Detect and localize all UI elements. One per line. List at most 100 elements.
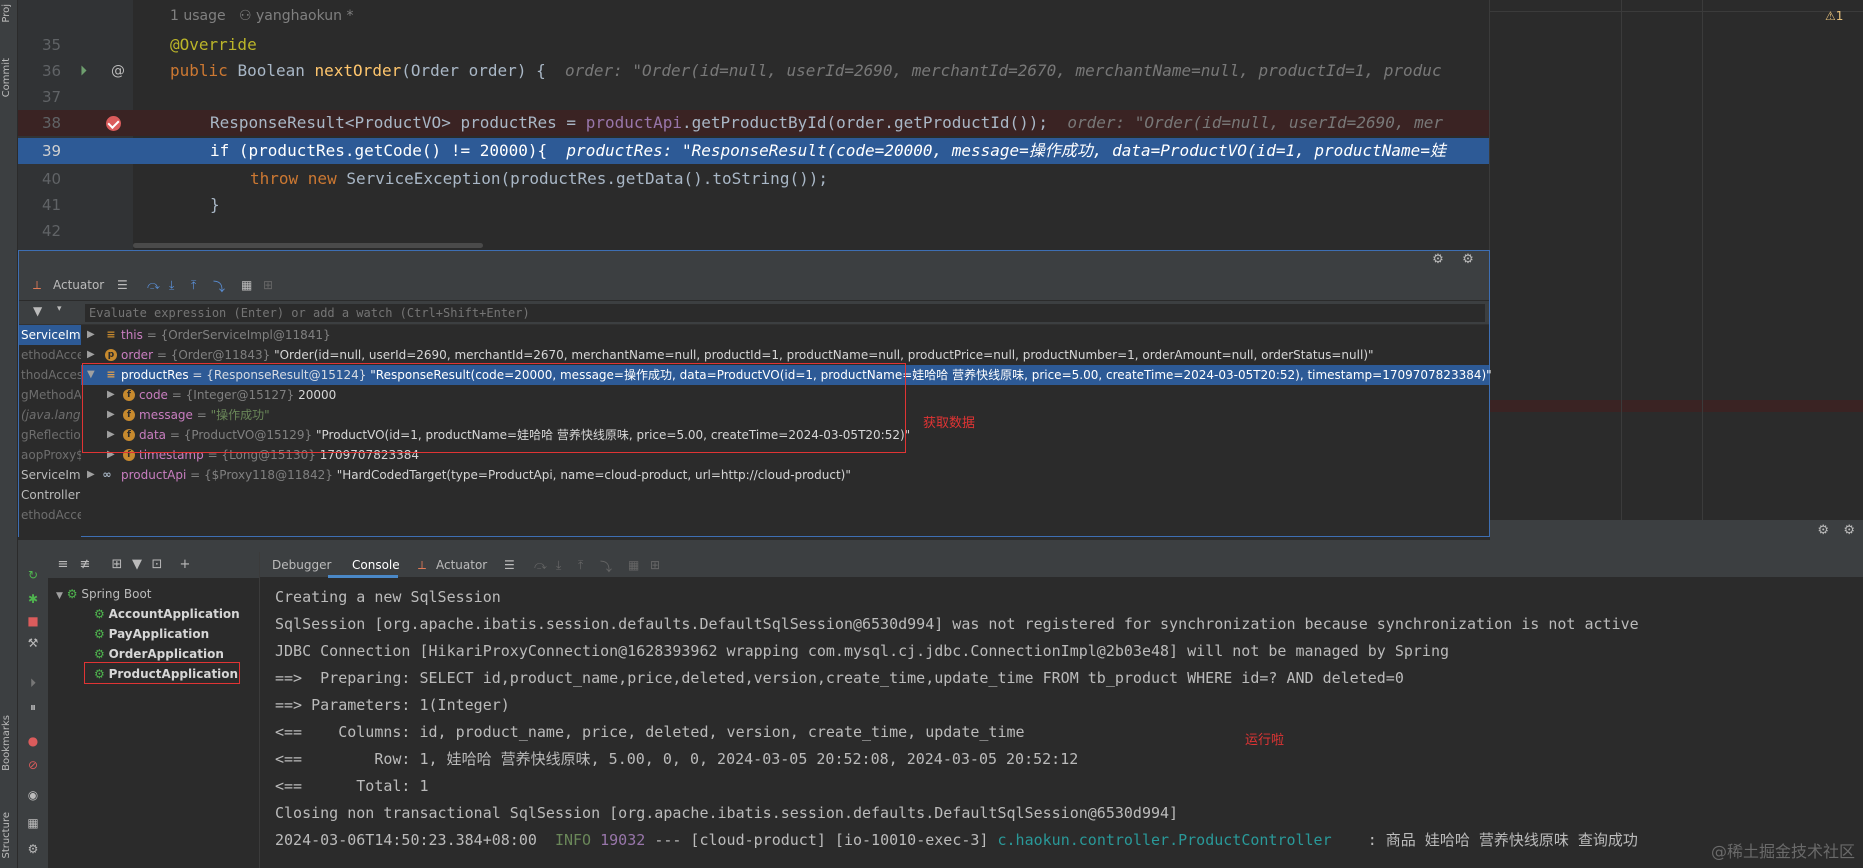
spring-boot-icon: ⚙	[94, 607, 105, 621]
tree-item-pay-application[interactable]: ⚙ PayApplication	[94, 624, 209, 644]
commit-tab[interactable]: Commit	[1, 58, 12, 97]
new-tab-icon[interactable]: ⊡	[148, 556, 166, 574]
implement-icon[interactable]: ⏵	[80, 58, 87, 84]
line-number: 38	[42, 114, 62, 132]
code-line-37[interactable]: 37	[18, 84, 1489, 110]
evaluate-expression-input[interactable]	[85, 304, 1485, 322]
wrench-icon[interactable]: ⚒	[26, 636, 40, 650]
line-number: 39	[42, 142, 62, 160]
expand-arrow-icon[interactable]: ▶	[87, 345, 97, 365]
settings-icon[interactable]: ⚙	[1817, 523, 1829, 538]
frame-item[interactable]: thodAccess	[19, 365, 81, 385]
group-icon[interactable]: ⊞	[108, 556, 126, 574]
variable-row[interactable]: ▶ ≡ this = {OrderServiceImpl@11841}	[81, 325, 1489, 345]
step-out-icon[interactable]: ⤒	[191, 278, 196, 293]
step-over-icon[interactable]: ⤼	[147, 278, 160, 293]
settings-icon[interactable]: ⚙	[26, 842, 40, 856]
code-line-40[interactable]: 40 throw new ServiceException(productRes…	[18, 166, 1489, 192]
stop-icon[interactable]: ■	[26, 614, 40, 628]
frame-item[interactable]: gReflection	[19, 425, 81, 445]
tab-console[interactable]: Console	[352, 558, 400, 572]
left-tool-strip: Proj Commit Bookmarks Structure	[0, 0, 18, 868]
code-line-39[interactable]: 39 if (productRes.getCode() != 20000){ p…	[18, 138, 1489, 164]
code-text: throw new ServiceException(productRes.ge…	[250, 169, 828, 188]
expand-arrow-icon[interactable]: ▶	[87, 325, 97, 345]
horizontal-scrollbar[interactable]	[133, 243, 483, 248]
filter-icon[interactable]: ▼	[128, 556, 146, 574]
breakpoint-icon[interactable]	[106, 116, 121, 131]
bookmarks-tab[interactable]: Bookmarks	[1, 715, 12, 771]
step-over-icon[interactable]: ⤼	[534, 558, 547, 573]
frames-list: ServiceImp ethodAcces thodAccess gMethod…	[19, 325, 81, 537]
mute-breakpoints-icon[interactable]: ⊘	[26, 758, 40, 772]
menu-icon[interactable]: ☰	[504, 558, 515, 572]
tree-item-account-application[interactable]: ⚙ AccountApplication	[94, 604, 240, 624]
evaluate-icon[interactable]: ▦	[628, 558, 639, 572]
override-icon[interactable]: @	[111, 58, 125, 84]
code-editor[interactable]: 1 usage ⚇ yanghaokun * 35 @Override 36 ⏵…	[18, 0, 1490, 250]
usage-hint[interactable]: 1 usage ⚇ yanghaokun *	[170, 8, 354, 24]
tree-item-order-application[interactable]: ⚙ OrderApplication	[94, 644, 224, 664]
line-number: 41	[42, 196, 62, 214]
structure-tab[interactable]: Structure	[1, 812, 12, 859]
table-icon[interactable]: ⊞	[650, 558, 660, 572]
code-line-41[interactable]: 41 }	[18, 192, 1489, 218]
run-panel-header	[18, 540, 1863, 552]
console-line: <== Total: 1	[275, 777, 429, 795]
console-area[interactable]: Debugger Console ⟂ Actuator ☰ ⤼ ⤓ ⤒ ⤵ ▦ …	[260, 552, 1863, 868]
tab-actuator[interactable]: Actuator	[436, 558, 487, 572]
camera-icon[interactable]: ◉	[26, 788, 40, 802]
code-line-38[interactable]: 38 ResponseResult<ProductVO> productRes …	[18, 110, 1489, 136]
add-icon[interactable]: +	[176, 556, 194, 574]
run-to-cursor-icon[interactable]: ⤵	[600, 558, 612, 575]
step-out-icon[interactable]: ⤒	[578, 558, 583, 573]
services-toolbar: ≡ ≢ ⊞ ▼ ⊡ +	[48, 552, 259, 578]
actuator-tab[interactable]: Actuator	[53, 278, 104, 292]
step-into-icon[interactable]: ⤓	[169, 278, 174, 293]
variable-row[interactable]: ▶ p order = {Order@11843} "Order(id=null…	[81, 345, 1489, 365]
breakpoints-icon[interactable]: ●	[26, 734, 40, 748]
layout-icon[interactable]: ▦	[26, 816, 40, 830]
frame-item[interactable]: gMethodA	[19, 385, 81, 405]
debug-icon[interactable]: ✱	[26, 592, 40, 606]
variable-row[interactable]: ▶ ∞ productApi = {$Proxy118@11842} "Hard…	[81, 465, 1489, 485]
debug-panel: ⚙ ⚙ ⟂ Actuator ☰ ⤼ ⤓ ⤒ ⤵ ▦ ⊞ ▼ ▾ Service…	[18, 250, 1492, 537]
code-line-36[interactable]: 36 ⏵ @ public Boolean nextOrder(Order or…	[18, 58, 1489, 84]
console-tabs: Debugger Console ⟂ Actuator ☰ ⤼ ⤓ ⤒ ⤵ ▦ …	[260, 552, 1863, 578]
gear-icon[interactable]: ⚙	[1459, 251, 1477, 269]
project-tab[interactable]: Proj	[1, 4, 12, 23]
step-into-icon[interactable]: ⤓	[556, 558, 561, 573]
tree-root-spring-boot[interactable]: ▼ ⚙ Spring Boot	[56, 584, 152, 604]
tab-debugger[interactable]: Debugger	[272, 558, 331, 572]
frame-item[interactable]: (java.lang.	[19, 405, 81, 425]
collapse-all-icon[interactable]: ≢	[76, 556, 94, 574]
frame-item[interactable]: Controller	[19, 485, 81, 505]
console-line: JDBC Connection [HikariProxyConnection@1…	[275, 642, 1449, 660]
evaluate-icon[interactable]: ▦	[241, 278, 252, 292]
highlight-box	[82, 363, 906, 453]
pause-icon[interactable]: ⏸	[26, 700, 40, 714]
warnings-badge[interactable]: ⚠1	[1825, 9, 1843, 23]
frame-item[interactable]: aopProxy$	[19, 445, 81, 465]
code-text: if (productRes.getCode() != 20000){ prod…	[210, 141, 1446, 160]
rerun-icon[interactable]: ↻	[26, 568, 40, 582]
frame-item[interactable]: ServiceImp	[19, 465, 81, 485]
table-icon[interactable]: ⊞	[263, 278, 273, 292]
settings-icon[interactable]: ⚙	[1429, 251, 1447, 269]
evaluate-row: ▼ ▾	[19, 301, 1489, 325]
run-to-cursor-icon[interactable]: ⤵	[213, 278, 225, 295]
frame-item[interactable]: ethodAcces	[19, 345, 81, 365]
console-line: <== Row: 1, 娃哈哈 营养快线原味, 5.00, 0, 0, 2024…	[275, 750, 1079, 768]
gear-icon[interactable]: ⚙	[1843, 523, 1855, 538]
filter-icon[interactable]: ▼	[33, 304, 42, 318]
code-line-35[interactable]: 35 @Override	[18, 32, 1489, 58]
services-tree: ≡ ≢ ⊞ ▼ ⊡ + ▼ ⚙ Spring Boot ⚙ AccountApp…	[48, 552, 260, 868]
code-line-42[interactable]: 42	[18, 218, 1489, 244]
resume-icon[interactable]: ⏵	[26, 676, 40, 690]
expand-arrow-icon[interactable]: ▶	[87, 465, 97, 485]
chevron-down-icon[interactable]: ▾	[57, 304, 62, 314]
frame-item[interactable]: ServiceImp	[19, 325, 81, 345]
frame-item[interactable]: ethodAcces	[19, 505, 81, 525]
expand-all-icon[interactable]: ≡	[54, 556, 72, 574]
menu-icon[interactable]: ☰	[117, 278, 128, 292]
